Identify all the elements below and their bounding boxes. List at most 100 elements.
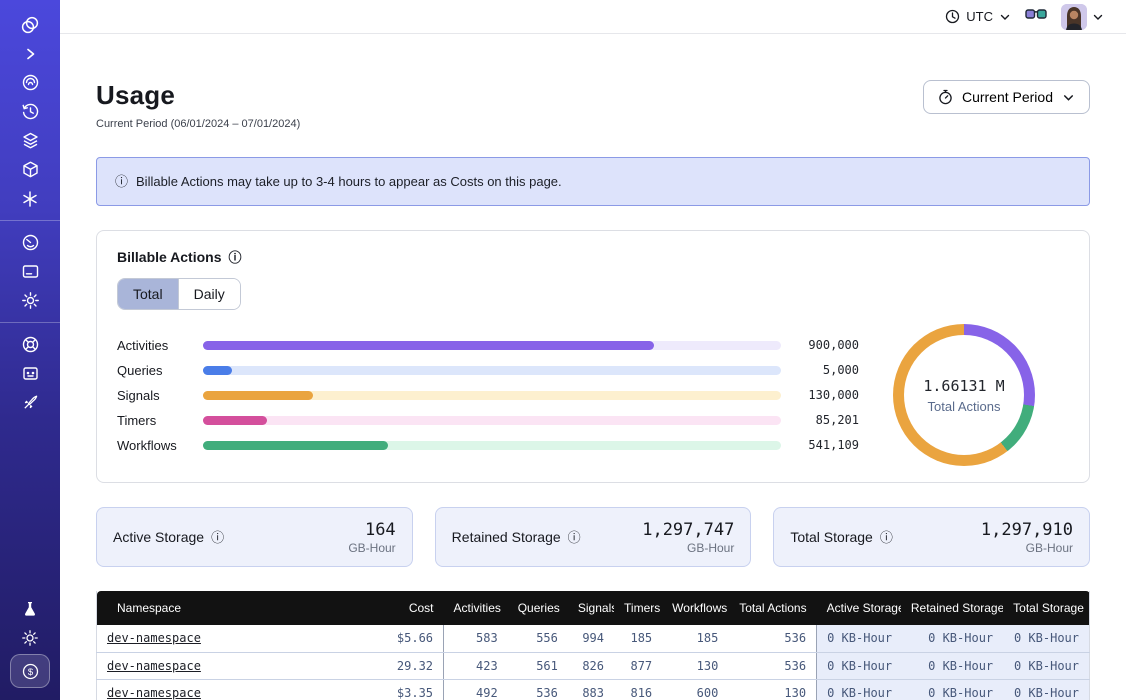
collapse-chevron-icon[interactable] (12, 41, 48, 66)
bar-chart: Activities900,000Queries5,000Signals130,… (117, 333, 859, 458)
cell-total-storage: 0 KB-Hour (1003, 679, 1089, 700)
info-icon: ⓘ (115, 175, 128, 188)
terminal-monitor-icon[interactable] (12, 361, 48, 386)
info-icon[interactable]: ⓘ (229, 251, 242, 264)
main-area: UTC Usage (60, 0, 1126, 700)
cube-icon[interactable] (12, 157, 48, 182)
bar-label: Workflows (117, 438, 203, 453)
total-storage-card: Total Storageⓘ1,297,910GB-Hour (773, 507, 1090, 567)
col-header-total-storage: Total Storage (1003, 591, 1089, 625)
cell-retained-storage: 0 KB-Hour (901, 652, 1003, 679)
clock-icon (945, 9, 960, 24)
bar-row-activities: Activities 900,000 (117, 333, 859, 358)
col-header-signals: Signals (568, 591, 614, 625)
storage-value: 164 (348, 520, 395, 540)
cell-queries: 536 (508, 679, 568, 700)
asterisk-icon[interactable] (12, 186, 48, 211)
timezone-label: UTC (966, 9, 993, 24)
billable-actions-card: Billable Actions ⓘ TotalDaily Activities… (96, 230, 1090, 483)
total-daily-tabs: TotalDaily (117, 278, 241, 310)
layers-icon[interactable] (12, 128, 48, 153)
user-menu[interactable] (1061, 4, 1104, 30)
cell-workflows: 600 (662, 679, 728, 700)
cell-activities: 583 (444, 625, 508, 652)
cell-cost: $5.66 (347, 625, 443, 652)
cell-cost: $3.35 (347, 679, 443, 700)
cell-signals: 883 (568, 679, 614, 700)
cell-timers: 877 (614, 652, 662, 679)
col-header-workflows: Workflows (662, 591, 728, 625)
rocket-icon[interactable] (12, 390, 48, 415)
bar-fill (203, 441, 388, 450)
bar-track (203, 416, 781, 425)
cell-total-storage: 0 KB-Hour (1003, 625, 1089, 652)
banner-text: Billable Actions may take up to 3-4 hour… (136, 174, 562, 189)
namespace-link[interactable]: dev-namespace (107, 631, 201, 645)
bar-row-signals: Signals130,000 (117, 383, 859, 408)
tab-daily[interactable]: Daily (178, 279, 240, 309)
col-header-retained-storage: Retained Storage (901, 591, 1003, 625)
chevron-down-icon (1092, 11, 1104, 23)
bar-label: Signals (117, 388, 203, 403)
billing-card-icon[interactable] (12, 259, 48, 284)
bar-label: Timers (117, 413, 203, 428)
namespace-link[interactable]: dev-namespace (107, 686, 201, 700)
donut-zone: 1.66131 M Total Actions (859, 324, 1069, 466)
namespace-link[interactable]: dev-namespace (107, 659, 201, 673)
info-icon[interactable]: ⓘ (880, 531, 893, 544)
schedules-clock-icon[interactable] (12, 99, 48, 124)
bar-value: 900,000 (781, 338, 859, 352)
info-icon[interactable]: ⓘ (568, 531, 581, 544)
table-header-row: NamespaceCostActivitiesQueriesSignalsTim… (97, 591, 1090, 625)
bar-label: Activities (117, 338, 203, 353)
cell-namespace: dev-namespace (97, 625, 348, 652)
settings-gear-icon[interactable] (12, 288, 48, 313)
bar-row-timers: Timers85,201 (117, 408, 859, 433)
bar-value: 541,109 (781, 438, 859, 452)
cell-total-actions: 130 (728, 679, 816, 700)
bar-fill (203, 416, 267, 425)
usage-gauge-icon[interactable] (12, 230, 48, 255)
cell-timers: 185 (614, 625, 662, 652)
bar-track (203, 441, 781, 450)
cell-namespace: dev-namespace (97, 679, 348, 700)
cell-cost: 29.32 (347, 652, 443, 679)
table-row: dev-namespace29.324235618268771305360 KB… (97, 652, 1090, 679)
current-period-button[interactable]: Current Period (923, 80, 1090, 114)
chevron-down-icon (1062, 91, 1075, 104)
cell-active-storage: 0 KB-Hour (817, 679, 901, 700)
cell-queries: 561 (508, 652, 568, 679)
storage-label: Active Storageⓘ (113, 529, 224, 545)
avatar[interactable] (1061, 4, 1087, 30)
cell-active-storage: 0 KB-Hour (817, 625, 901, 652)
namespaces-icon[interactable] (12, 70, 48, 95)
billable-actions-title-text: Billable Actions (117, 249, 222, 265)
cell-workflows: 185 (662, 625, 728, 652)
tab-total[interactable]: Total (118, 279, 178, 309)
chevron-down-icon (999, 11, 1011, 23)
storage-cards-row: Active Storageⓘ164GB-HourRetained Storag… (96, 507, 1090, 567)
support-lifebuoy-icon[interactable] (12, 332, 48, 357)
page-title: Usage (96, 80, 300, 111)
total-actions-label: Total Actions (928, 399, 1001, 414)
temporal-logo-icon[interactable] (12, 12, 48, 37)
col-header-active-storage: Active Storage (817, 591, 901, 625)
col-header-queries: Queries (508, 591, 568, 625)
usage-billing-active-item[interactable]: $ (10, 654, 50, 688)
theme-sun-icon[interactable] (12, 625, 48, 650)
info-icon[interactable]: ⓘ (211, 531, 224, 544)
retained-storage-card: Retained Storageⓘ1,297,747GB-Hour (435, 507, 752, 567)
bar-fill (203, 341, 654, 350)
info-banner: ⓘ Billable Actions may take up to 3-4 ho… (96, 157, 1090, 206)
bar-row-workflows: Workflows 541,109 (117, 433, 859, 458)
bar-track (203, 366, 781, 375)
cell-namespace: dev-namespace (97, 652, 348, 679)
timezone-selector[interactable]: UTC (945, 9, 1011, 24)
feedback-glasses-icon[interactable] (1025, 7, 1047, 26)
cell-retained-storage: 0 KB-Hour (901, 679, 1003, 700)
col-header-timers: Timers (614, 591, 662, 625)
col-header-activities: Activities (444, 591, 508, 625)
storage-label: Total Storageⓘ (790, 529, 893, 545)
labs-flask-icon[interactable] (12, 596, 48, 621)
col-header-namespace: Namespace (97, 591, 348, 625)
